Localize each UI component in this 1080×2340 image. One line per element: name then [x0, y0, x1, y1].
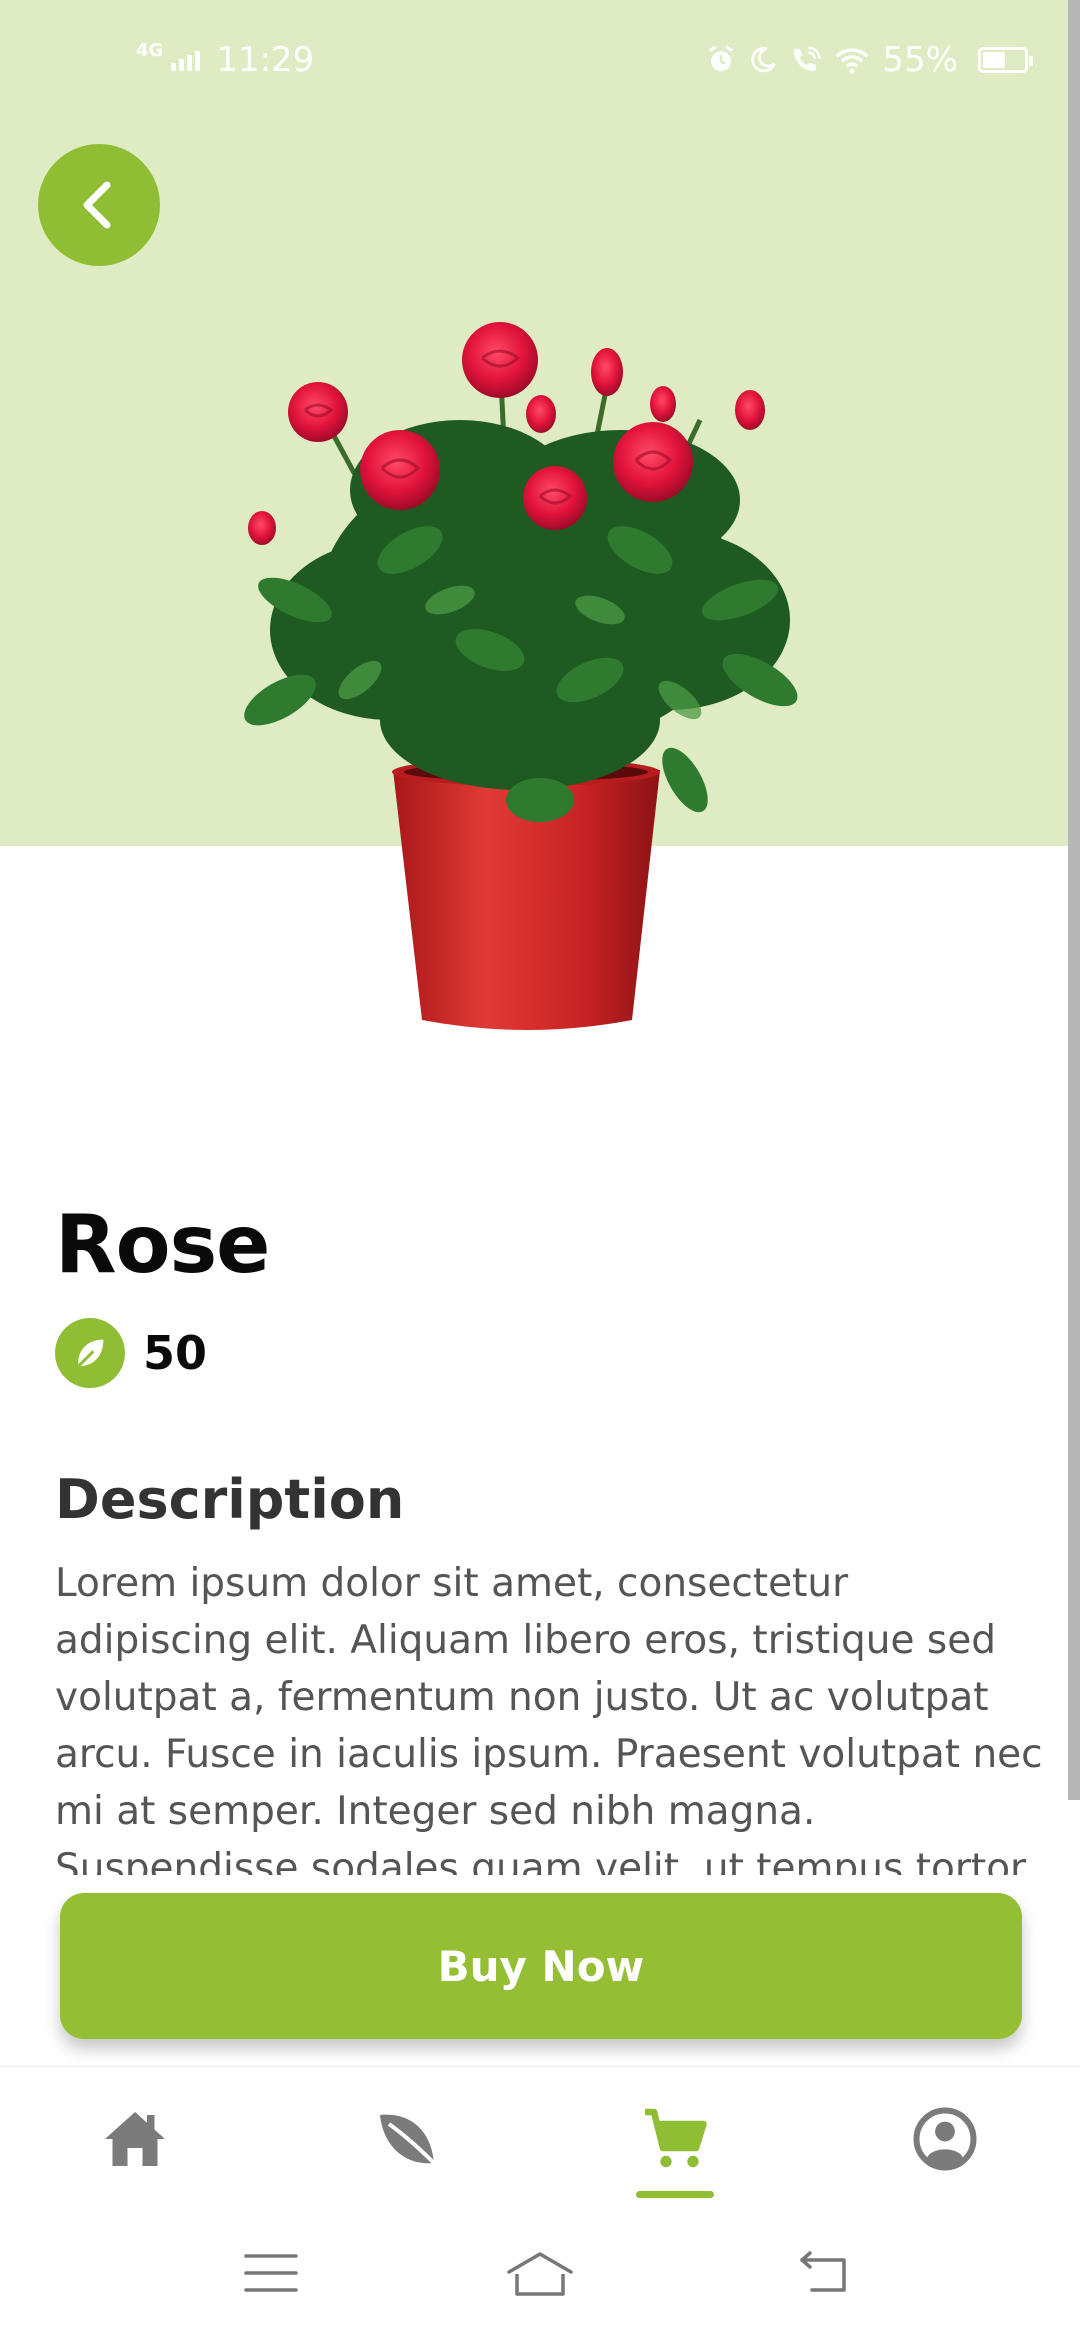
- clock: 11:29: [216, 40, 315, 80]
- home-icon: [105, 2112, 165, 2166]
- back-arrow-icon: [800, 2251, 846, 2292]
- status-left: 4G 11:29: [136, 39, 315, 81]
- description-heading: Description: [55, 1468, 405, 1531]
- nav-plants[interactable]: [362, 2103, 452, 2193]
- nav-home[interactable]: [90, 2103, 180, 2193]
- chevron-left-icon: [83, 181, 111, 229]
- active-tab-indicator: [636, 2191, 714, 2198]
- price-row: 50: [55, 1318, 207, 1388]
- back-button[interactable]: [38, 144, 160, 266]
- profile-icon: [913, 2107, 977, 2171]
- status-right: 55%: [706, 40, 1033, 80]
- alarm-icon: [706, 45, 736, 75]
- battery-percent: 55%: [882, 40, 958, 80]
- signal-icon: [171, 49, 201, 71]
- home-outline-icon: [507, 2252, 573, 2296]
- bottom-nav: [0, 2066, 1080, 2206]
- menu-icon: [244, 2254, 298, 2292]
- menu-button[interactable]: [244, 2250, 298, 2300]
- buy-now-button[interactable]: Buy Now: [60, 1893, 1022, 2039]
- product-image: [244, 322, 798, 1030]
- wifi-calling-icon: [790, 45, 822, 75]
- leaf-icon: [380, 2114, 439, 2168]
- network-type: 4G: [136, 39, 164, 61]
- back-nav-button[interactable]: [798, 2250, 852, 2300]
- leaf-icon: [55, 1318, 125, 1388]
- moon-icon: [748, 45, 778, 75]
- wifi-icon: [834, 45, 870, 75]
- scrollbar[interactable]: [1068, 0, 1080, 1800]
- product-price: 50: [143, 1326, 208, 1380]
- nav-cart[interactable]: [630, 2103, 720, 2193]
- status-bar: 4G 11:29 55%: [0, 0, 1080, 120]
- description-container: Lorem ipsum dolor sit amet, consectetur …: [55, 1555, 1045, 1875]
- nav-profile[interactable]: [900, 2103, 990, 2193]
- product-title: Rose: [55, 1198, 270, 1291]
- battery-fill: [983, 52, 1005, 68]
- home-button[interactable]: [505, 2250, 575, 2304]
- system-nav: [0, 2206, 1080, 2340]
- cart-icon: [645, 2108, 707, 2168]
- battery-icon: [978, 47, 1033, 73]
- description-text: Lorem ipsum dolor sit amet, consectetur …: [55, 1561, 1043, 1875]
